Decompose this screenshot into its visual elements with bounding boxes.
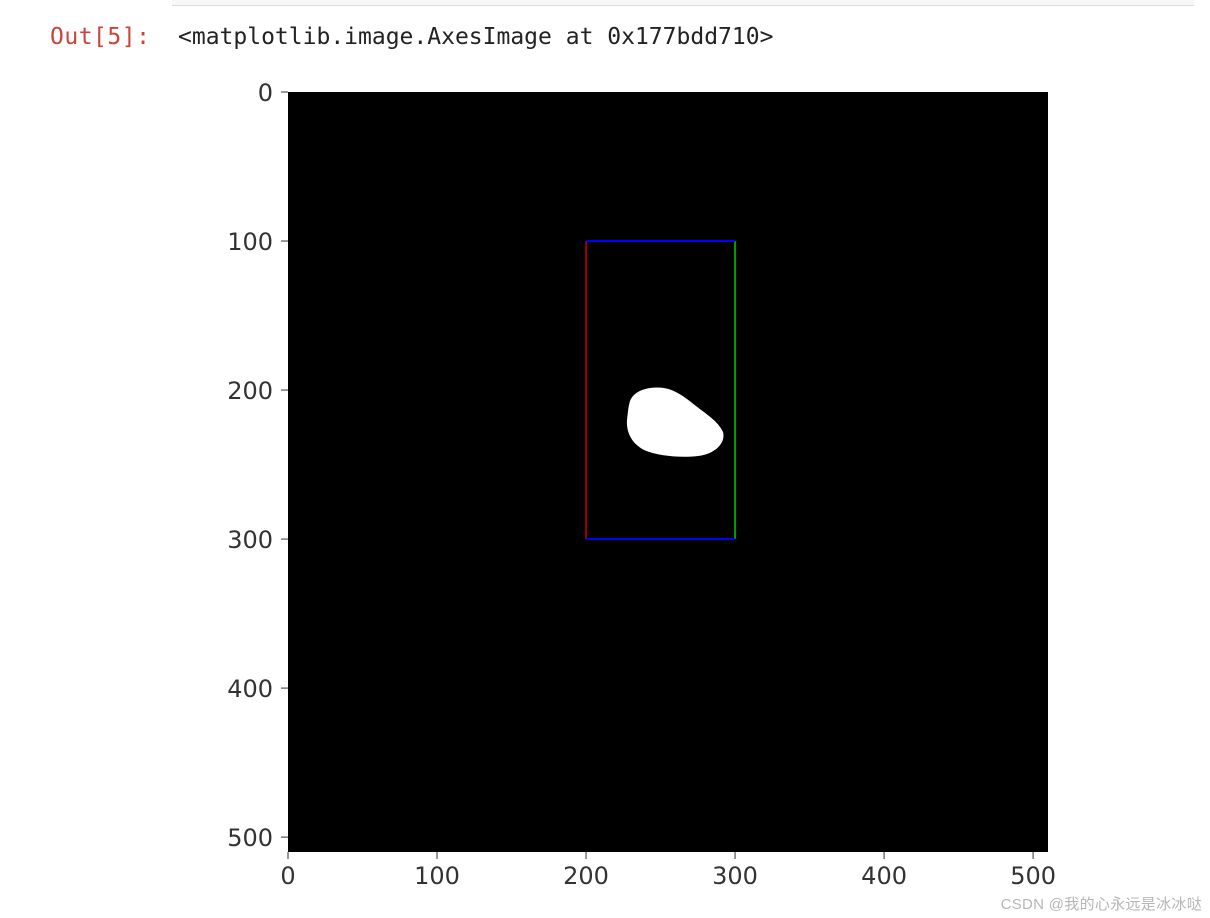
svg-text:500: 500 [1010, 862, 1056, 890]
y-tick-400: 400 [227, 675, 288, 703]
x-tick-300: 300 [712, 852, 758, 890]
y-tick-200: 200 [227, 377, 288, 405]
y-tick-500: 500 [227, 824, 288, 852]
y-tick-0: 0 [258, 79, 288, 107]
x-tick-0: 0 [280, 852, 295, 890]
repr-text: <matplotlib.image.AxesImage at 0x177bdd7… [178, 24, 773, 50]
plot-svg: 0 100 200 300 400 [178, 72, 1068, 902]
svg-text:100: 100 [414, 862, 460, 890]
svg-text:0: 0 [280, 862, 295, 890]
svg-text:100: 100 [227, 228, 273, 256]
x-tick-200: 200 [563, 852, 609, 890]
x-tick-100: 100 [414, 852, 460, 890]
x-tick-400: 400 [861, 852, 907, 890]
svg-text:400: 400 [227, 675, 273, 703]
jupyter-output-cell: Out[5]: <matplotlib.image.AxesImage at 0… [0, 0, 1210, 918]
svg-text:200: 200 [227, 377, 273, 405]
matplotlib-figure: 0 100 200 300 400 [178, 72, 1068, 902]
cell-top-border [172, 0, 1194, 6]
y-ticks: 0 100 200 300 400 [227, 79, 288, 852]
svg-text:300: 300 [712, 862, 758, 890]
x-tick-500: 500 [1010, 852, 1056, 890]
svg-text:0: 0 [258, 79, 273, 107]
svg-text:500: 500 [227, 824, 273, 852]
svg-text:300: 300 [227, 526, 273, 554]
output-prompt: Out[5]: [50, 24, 150, 50]
x-ticks: 0 100 200 300 400 [280, 852, 1056, 890]
y-tick-100: 100 [227, 228, 288, 256]
image-background [288, 92, 1048, 852]
svg-text:200: 200 [563, 862, 609, 890]
y-tick-300: 300 [227, 526, 288, 554]
svg-text:400: 400 [861, 862, 907, 890]
csdn-watermark: CSDN @我的心永远是冰冰哒 [1001, 893, 1202, 914]
